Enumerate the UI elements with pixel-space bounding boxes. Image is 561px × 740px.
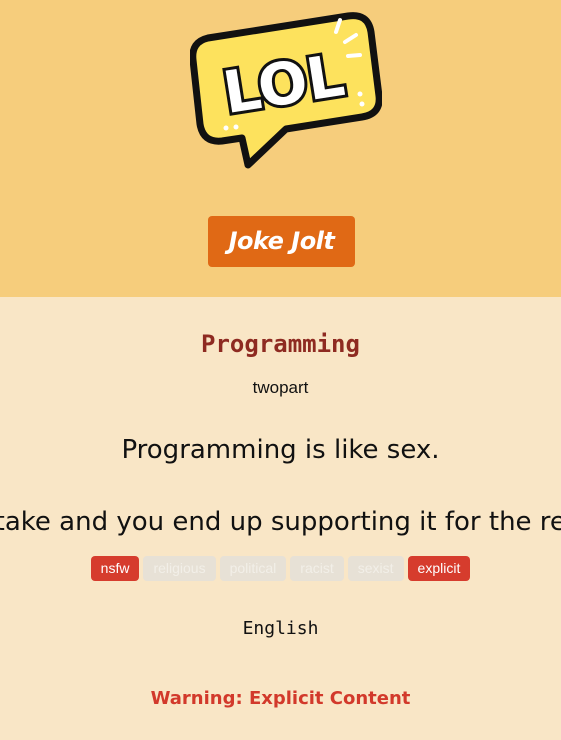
flag-badge-sexist: sexist bbox=[347, 556, 404, 581]
flag-badge-explicit: explicit bbox=[407, 556, 471, 581]
joke-jolt-button[interactable]: Joke Jolt bbox=[208, 216, 355, 267]
lol-speech-bubble-logo: LOL bbox=[190, 12, 382, 169]
flag-badge-political: political bbox=[219, 556, 287, 581]
flag-badges: nsfw religious political racist sexist explic… bbox=[0, 556, 561, 581]
joke-language: English bbox=[242, 618, 319, 639]
joke-delivery: Make one mistake and you end up supporti… bbox=[0, 507, 561, 537]
flag-badge-religious: religious bbox=[143, 556, 216, 581]
explicit-warning: Warning: Explicit Content bbox=[150, 688, 411, 709]
joke-type: twopart bbox=[252, 378, 309, 397]
joke-delivery-container: Make one mistake and you end up supporti… bbox=[0, 507, 561, 547]
joke-card: Programming twopart Programming is like … bbox=[0, 297, 561, 740]
joke-setup: Programming is like sex. bbox=[121, 435, 440, 465]
joke-category: Programming bbox=[201, 330, 360, 358]
header: LOL Joke Jolt bbox=[0, 0, 561, 297]
flag-badge-racist: racist bbox=[290, 556, 344, 581]
flag-badge-nsfw: nsfw bbox=[90, 556, 140, 581]
